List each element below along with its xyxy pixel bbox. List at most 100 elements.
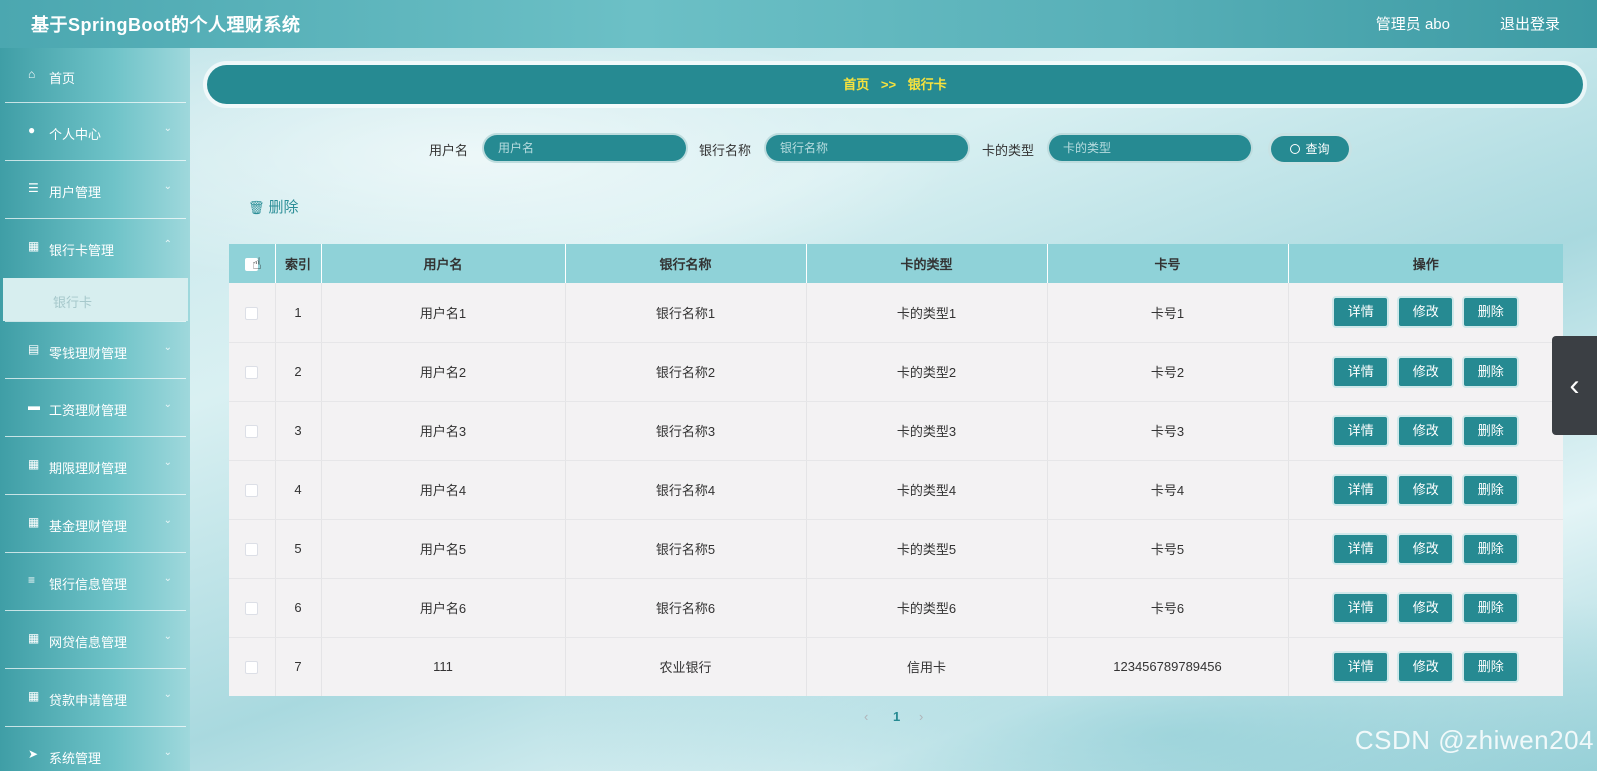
sidebar-item-label: 网贷信息管理 xyxy=(49,635,128,650)
sidebar-item-label: 用户管理 xyxy=(49,185,102,200)
collapse-panel-button[interactable]: ‹ xyxy=(1552,336,1597,435)
chevron-down-icon: ⌄ xyxy=(163,181,172,192)
breadcrumb-current: 银行卡 xyxy=(907,77,947,92)
sidebar-item-change-finance[interactable]: ▤ 零钱理财管理 ⌄ xyxy=(5,321,186,379)
detail-button[interactable]: 详情 xyxy=(1332,473,1390,506)
row-select-cell[interactable] xyxy=(229,401,276,461)
sidebar-item-bank-info[interactable]: ≡ 银行信息管理 ⌄ xyxy=(5,553,186,611)
delete-button[interactable]: 删除 xyxy=(1462,296,1520,329)
cell-index: 2 xyxy=(275,342,322,402)
cell-index: 7 xyxy=(275,637,322,696)
detail-button[interactable]: 详情 xyxy=(1332,296,1390,329)
row-select-cell[interactable] xyxy=(229,342,276,402)
edit-button[interactable]: 修改 xyxy=(1397,355,1455,388)
grid-icon: ▦ xyxy=(28,239,40,253)
query-button[interactable]: 查询 xyxy=(1268,133,1352,165)
chevron-down-icon: ⌄ xyxy=(163,515,172,526)
app-title: 基于SpringBoot的个人理财系统 xyxy=(31,15,301,35)
cell-card-number: 卡号5 xyxy=(1047,519,1289,579)
bankcard-table: 索引 用户名 银行名称 卡的类型 卡号 操作 1 用户名1 银行名称1 卡的类型1 卡号… xyxy=(229,244,1563,696)
sidebar-item-p2p-info[interactable]: ▦ 网贷信息管理 ⌄ xyxy=(5,611,186,669)
cell-actions: 详情 修改 删除 xyxy=(1288,401,1563,461)
edit-button[interactable]: 修改 xyxy=(1397,650,1455,683)
current-user: 管理员 abo xyxy=(1375,16,1450,33)
bank-name-input[interactable] xyxy=(764,133,970,163)
row-select-cell[interactable] xyxy=(229,637,276,696)
edit-button[interactable]: 修改 xyxy=(1397,532,1455,565)
username-input[interactable] xyxy=(482,133,688,163)
row-select-cell[interactable] xyxy=(229,283,276,343)
bulk-delete-button[interactable]: 🗑 删除 xyxy=(248,196,299,217)
delete-button[interactable]: 删除 xyxy=(1462,650,1520,683)
grid-icon: ▦ xyxy=(28,689,40,703)
search-icon xyxy=(1290,144,1301,154)
row-select-cell[interactable] xyxy=(229,519,276,579)
cell-card-number: 卡号2 xyxy=(1047,342,1289,402)
cell-index: 4 xyxy=(275,460,322,520)
cell-username: 用户名5 xyxy=(321,519,566,579)
delete-button[interactable]: 删除 xyxy=(1462,414,1520,447)
cell-card-number: 卡号6 xyxy=(1047,578,1289,638)
detail-button[interactable]: 详情 xyxy=(1332,355,1390,388)
column-header-card-type: 卡的类型 xyxy=(806,244,1048,283)
sidebar-item-bankcard-management[interactable]: ▦ 银行卡管理 ⌃ xyxy=(5,219,186,277)
cell-card-number: 卡号1 xyxy=(1047,283,1289,343)
detail-button[interactable]: 详情 xyxy=(1332,414,1390,447)
row-checkbox[interactable] xyxy=(245,543,259,557)
chevron-down-icon: ⌄ xyxy=(163,342,172,353)
cell-bank: 银行名称1 xyxy=(565,283,807,343)
sidebar-item-label: 系统管理 xyxy=(49,751,102,766)
cell-bank: 银行名称2 xyxy=(565,342,807,402)
sidebar-item-salary-finance[interactable]: ▬ 工资理财管理 ⌄ xyxy=(5,379,186,437)
sidebar-subitem-bankcard[interactable]: 银行卡 xyxy=(3,278,188,321)
search-form: 用户名 银行名称 卡的类型 查询 xyxy=(0,133,1597,165)
detail-button[interactable]: 详情 xyxy=(1332,532,1390,565)
breadcrumb: 首页 >> 银行卡 xyxy=(207,65,1583,104)
row-checkbox[interactable] xyxy=(245,661,259,675)
cell-bank: 银行名称4 xyxy=(565,460,807,520)
delete-button[interactable]: 删除 xyxy=(1462,591,1520,624)
query-button-label: 查询 xyxy=(1305,142,1330,156)
sidebar-item-user-management[interactable]: ☰ 用户管理 ⌄ xyxy=(5,161,186,219)
sidebar-item-label: 零钱理财管理 xyxy=(49,346,128,361)
detail-button[interactable]: 详情 xyxy=(1332,591,1390,624)
sidebar-item-home[interactable]: ⌂ 首页 xyxy=(5,48,186,103)
row-checkbox[interactable] xyxy=(245,602,259,616)
column-header-username: 用户名 xyxy=(321,244,566,283)
sidebar-item-fund-finance[interactable]: ▦ 基金理财管理 ⌄ xyxy=(5,495,186,553)
row-select-cell[interactable] xyxy=(229,578,276,638)
sidebar-item-term-finance[interactable]: ▦ 期限理财管理 ⌄ xyxy=(5,437,186,495)
logout-button[interactable]: 退出登录 xyxy=(1500,13,1560,34)
row-select-cell[interactable] xyxy=(229,460,276,520)
edit-button[interactable]: 修改 xyxy=(1397,414,1455,447)
delete-button[interactable]: 删除 xyxy=(1462,532,1520,565)
cell-index: 3 xyxy=(275,401,322,461)
cell-card-type: 卡的类型6 xyxy=(806,578,1048,638)
edit-button[interactable]: 修改 xyxy=(1397,296,1455,329)
page-number-current[interactable]: 1 xyxy=(893,709,900,724)
next-page-button[interactable]: › xyxy=(919,709,923,724)
delete-button[interactable]: 删除 xyxy=(1462,355,1520,388)
edit-button[interactable]: 修改 xyxy=(1397,473,1455,506)
cell-bank: 银行名称3 xyxy=(565,401,807,461)
sidebar-item-system-management[interactable]: ➤ 系统管理 ⌄ xyxy=(5,727,186,771)
sidebar-subitem-label: 银行卡 xyxy=(53,295,93,310)
delete-button[interactable]: 删除 xyxy=(1462,473,1520,506)
grid-icon: ▦ xyxy=(28,515,40,529)
cell-username: 用户名1 xyxy=(321,283,566,343)
chevron-down-icon: ⌄ xyxy=(163,399,172,410)
username-label: 用户名 xyxy=(429,143,469,158)
detail-button[interactable]: 详情 xyxy=(1332,650,1390,683)
cell-index: 5 xyxy=(275,519,322,579)
card-type-input[interactable] xyxy=(1047,133,1253,163)
row-checkbox[interactable] xyxy=(245,484,259,498)
prev-page-button[interactable]: ‹ xyxy=(864,709,868,724)
row-checkbox[interactable] xyxy=(245,306,259,320)
row-checkbox[interactable] xyxy=(245,366,259,380)
row-checkbox[interactable] xyxy=(245,425,259,439)
edit-button[interactable]: 修改 xyxy=(1397,591,1455,624)
cell-bank: 银行名称5 xyxy=(565,519,807,579)
cell-index: 6 xyxy=(275,578,322,638)
cell-card-type: 卡的类型2 xyxy=(806,342,1048,402)
breadcrumb-home[interactable]: 首页 xyxy=(843,77,869,92)
